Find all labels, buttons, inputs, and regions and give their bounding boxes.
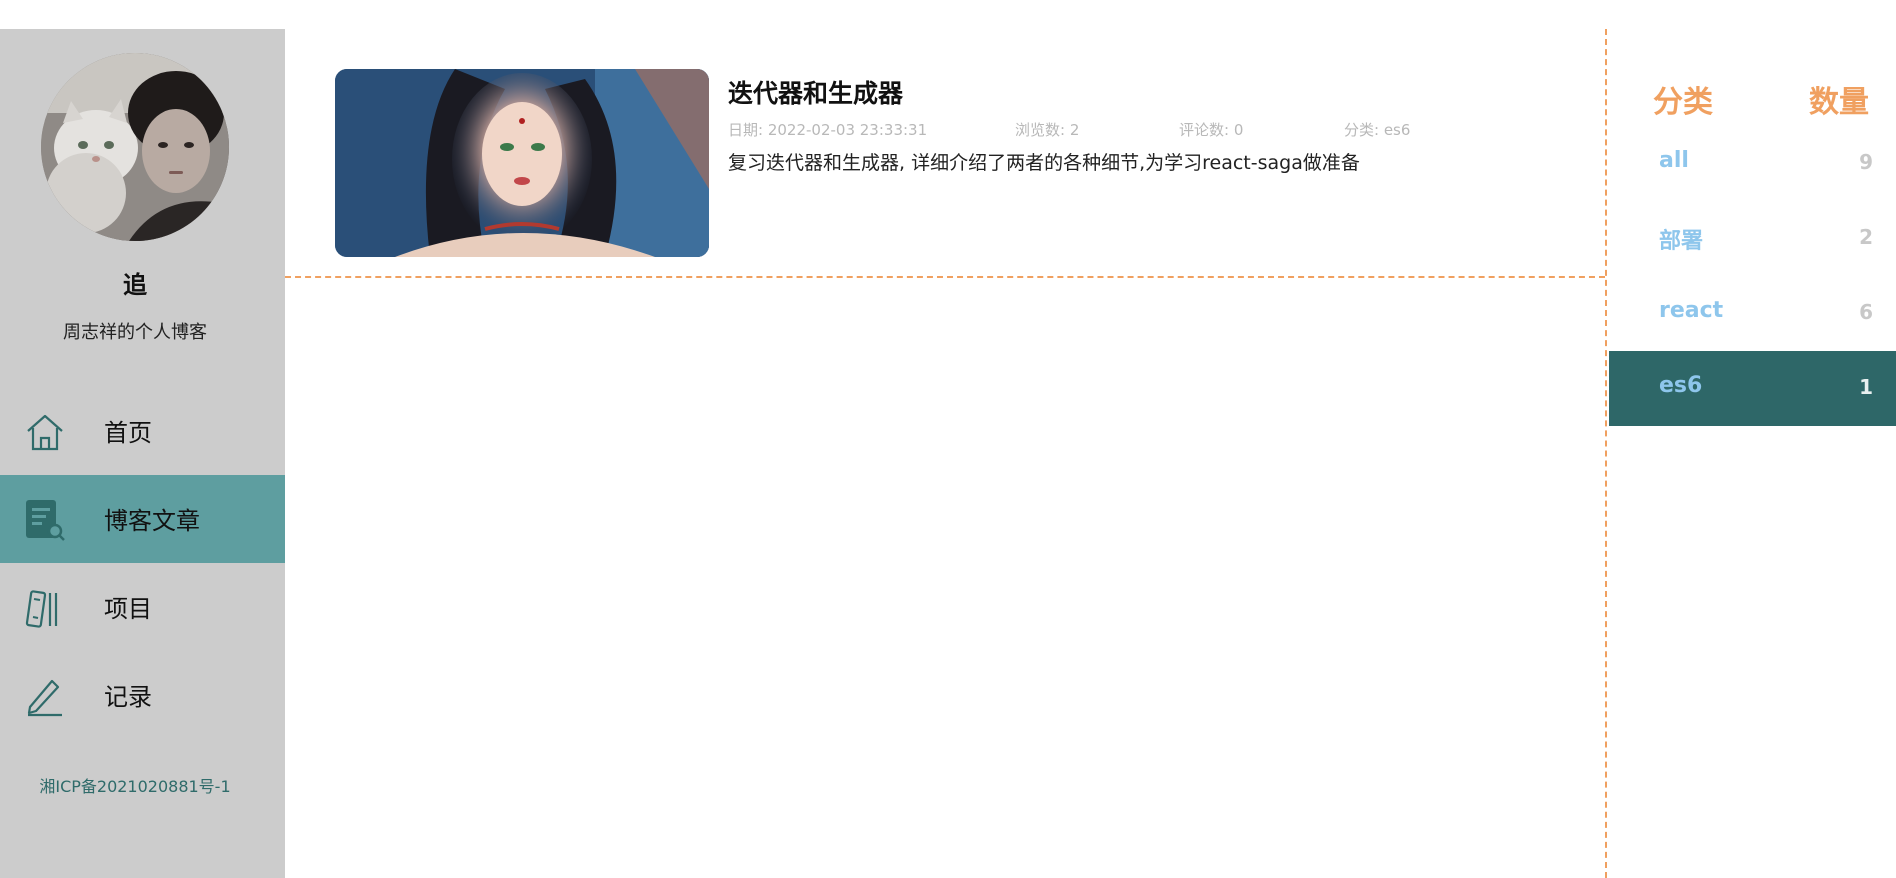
article-thumbnail-image: [335, 69, 709, 257]
category-name: es6: [1659, 373, 1703, 398]
category-count: 6: [1859, 300, 1873, 324]
article-title[interactable]: 迭代器和生成器: [728, 74, 903, 110]
category-count: 9: [1859, 150, 1873, 174]
count-column-header: 数量: [1809, 85, 1869, 120]
sidebar-item-label: 首页: [104, 419, 152, 447]
category-count: 1: [1859, 375, 1873, 399]
article-comments: 评论数: 0: [1179, 121, 1244, 139]
category-name: 部署: [1659, 229, 1704, 254]
sidebar-item-label: 博客文章: [104, 507, 200, 535]
sidebar-item-home[interactable]: 首页: [0, 387, 285, 475]
category-count: 2: [1859, 225, 1873, 249]
pen-icon: [27, 679, 62, 717]
article-card[interactable]: 迭代器和生成器 日期: 2022-02-03 23:33:31 浏览数: 2 评…: [285, 29, 1605, 278]
profile-name: 追: [123, 271, 147, 299]
category-name: all: [1659, 148, 1689, 173]
article-search-icon: [26, 500, 65, 541]
books-icon: [25, 590, 58, 628]
sidebar-item-label: 项目: [104, 595, 152, 623]
category-panel: 分类 数量 all 9 部署 2 react 6 es6 1: [1605, 29, 1896, 878]
article-thumbnail[interactable]: [335, 69, 709, 257]
category-item-all[interactable]: all 9: [1609, 126, 1896, 201]
article-description: 复习迭代器和生成器, 详细介绍了两者的各种细节,为学习react-saga做准备: [728, 152, 1360, 174]
sidebar-item-articles[interactable]: 博客文章: [0, 475, 285, 563]
article-views: 浏览数: 2: [1015, 121, 1080, 139]
sidebar-item-notes[interactable]: 记录: [0, 651, 285, 739]
avatar[interactable]: [41, 53, 229, 241]
category-item-deploy[interactable]: 部署 2: [1609, 201, 1896, 276]
category-item-es6[interactable]: es6 1: [1609, 351, 1896, 426]
avatar-photo: [41, 53, 229, 241]
category-name: react: [1659, 298, 1724, 323]
home-icon: [27, 414, 63, 451]
sidebar-nav: 首页 博客文章 项目 记录: [0, 387, 285, 739]
category-column-header: 分类: [1653, 85, 1713, 120]
sidebar: 追 周志祥的个人博客 首页 博客文章 项目 记录 湘ICP备2021020881…: [0, 29, 285, 878]
article-category: 分类: es6: [1344, 121, 1411, 139]
profile-subtitle: 周志祥的个人博客: [63, 322, 207, 343]
sidebar-item-projects[interactable]: 项目: [0, 563, 285, 651]
icp-footer-link[interactable]: 湘ICP备2021020881号-1: [0, 773, 270, 797]
article-list: 迭代器和生成器 日期: 2022-02-03 23:33:31 浏览数: 2 评…: [285, 29, 1605, 878]
sidebar-item-label: 记录: [104, 683, 152, 711]
category-item-react[interactable]: react 6: [1609, 276, 1896, 351]
article-date: 日期: 2022-02-03 23:33:31: [728, 121, 928, 139]
